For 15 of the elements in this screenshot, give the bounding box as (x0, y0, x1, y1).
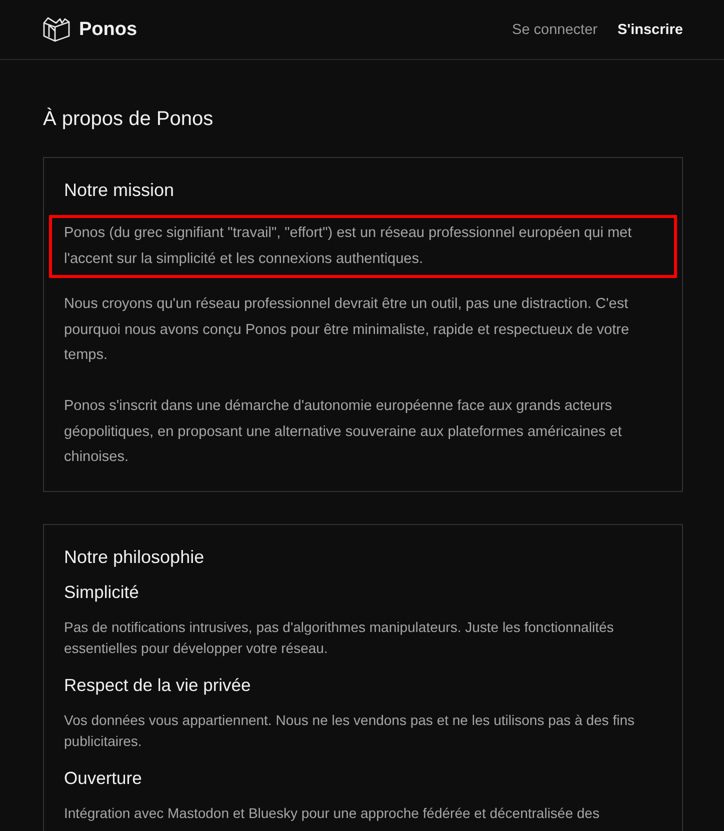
card-title: Notre mission (64, 180, 176, 201)
logo-icon (43, 17, 70, 42)
login-link[interactable]: Se connecter (512, 22, 598, 38)
page-title: À propos de Ponos (43, 108, 214, 131)
brand-name: Ponos (79, 18, 138, 40)
paragraph: Intégration avec Mastodon et Bluesky pour une approche fédérée et décentralisée des (64, 804, 600, 823)
signup-link[interactable]: S'inscrire (617, 22, 683, 38)
paragraph: Vos données vous appartiennent. Nous ne les vendons pas et ne les utilisons pas à des fins publicitaires. (64, 710, 636, 751)
card-title: Notre philosophie (64, 546, 206, 568)
section-heading: Ouverture (64, 768, 143, 788)
highlighted-paragraph: Ponos (du grec signifiant "travail", "effort") est un réseau professionnel européen qui met l'accent sur la simplicité et les connexions authentiques. (49, 215, 677, 278)
paragraph: Nous croyons qu'un réseau professionnel devrait être un outil, pas une distraction. C'est pourquoi nous avons conçu Ponos pour être minimaliste, rapide et respectueux de votre temps. Ponos s'inscrit dans une démarche d'autonomie européenne face aux grands acteurs géopolitiques, en proposant une alternative souveraine aux plateformes américaines et chinoises. (63, 295, 630, 467)
paragraph: Pas de notifications intrusives, pas d'algorithmes manipulateurs. Juste les fonctionnalités essentielles pour développer votre réseau. (64, 618, 615, 658)
section-heading: Simplicité (64, 582, 140, 602)
section-heading: Respect de la vie privée (64, 674, 252, 696)
